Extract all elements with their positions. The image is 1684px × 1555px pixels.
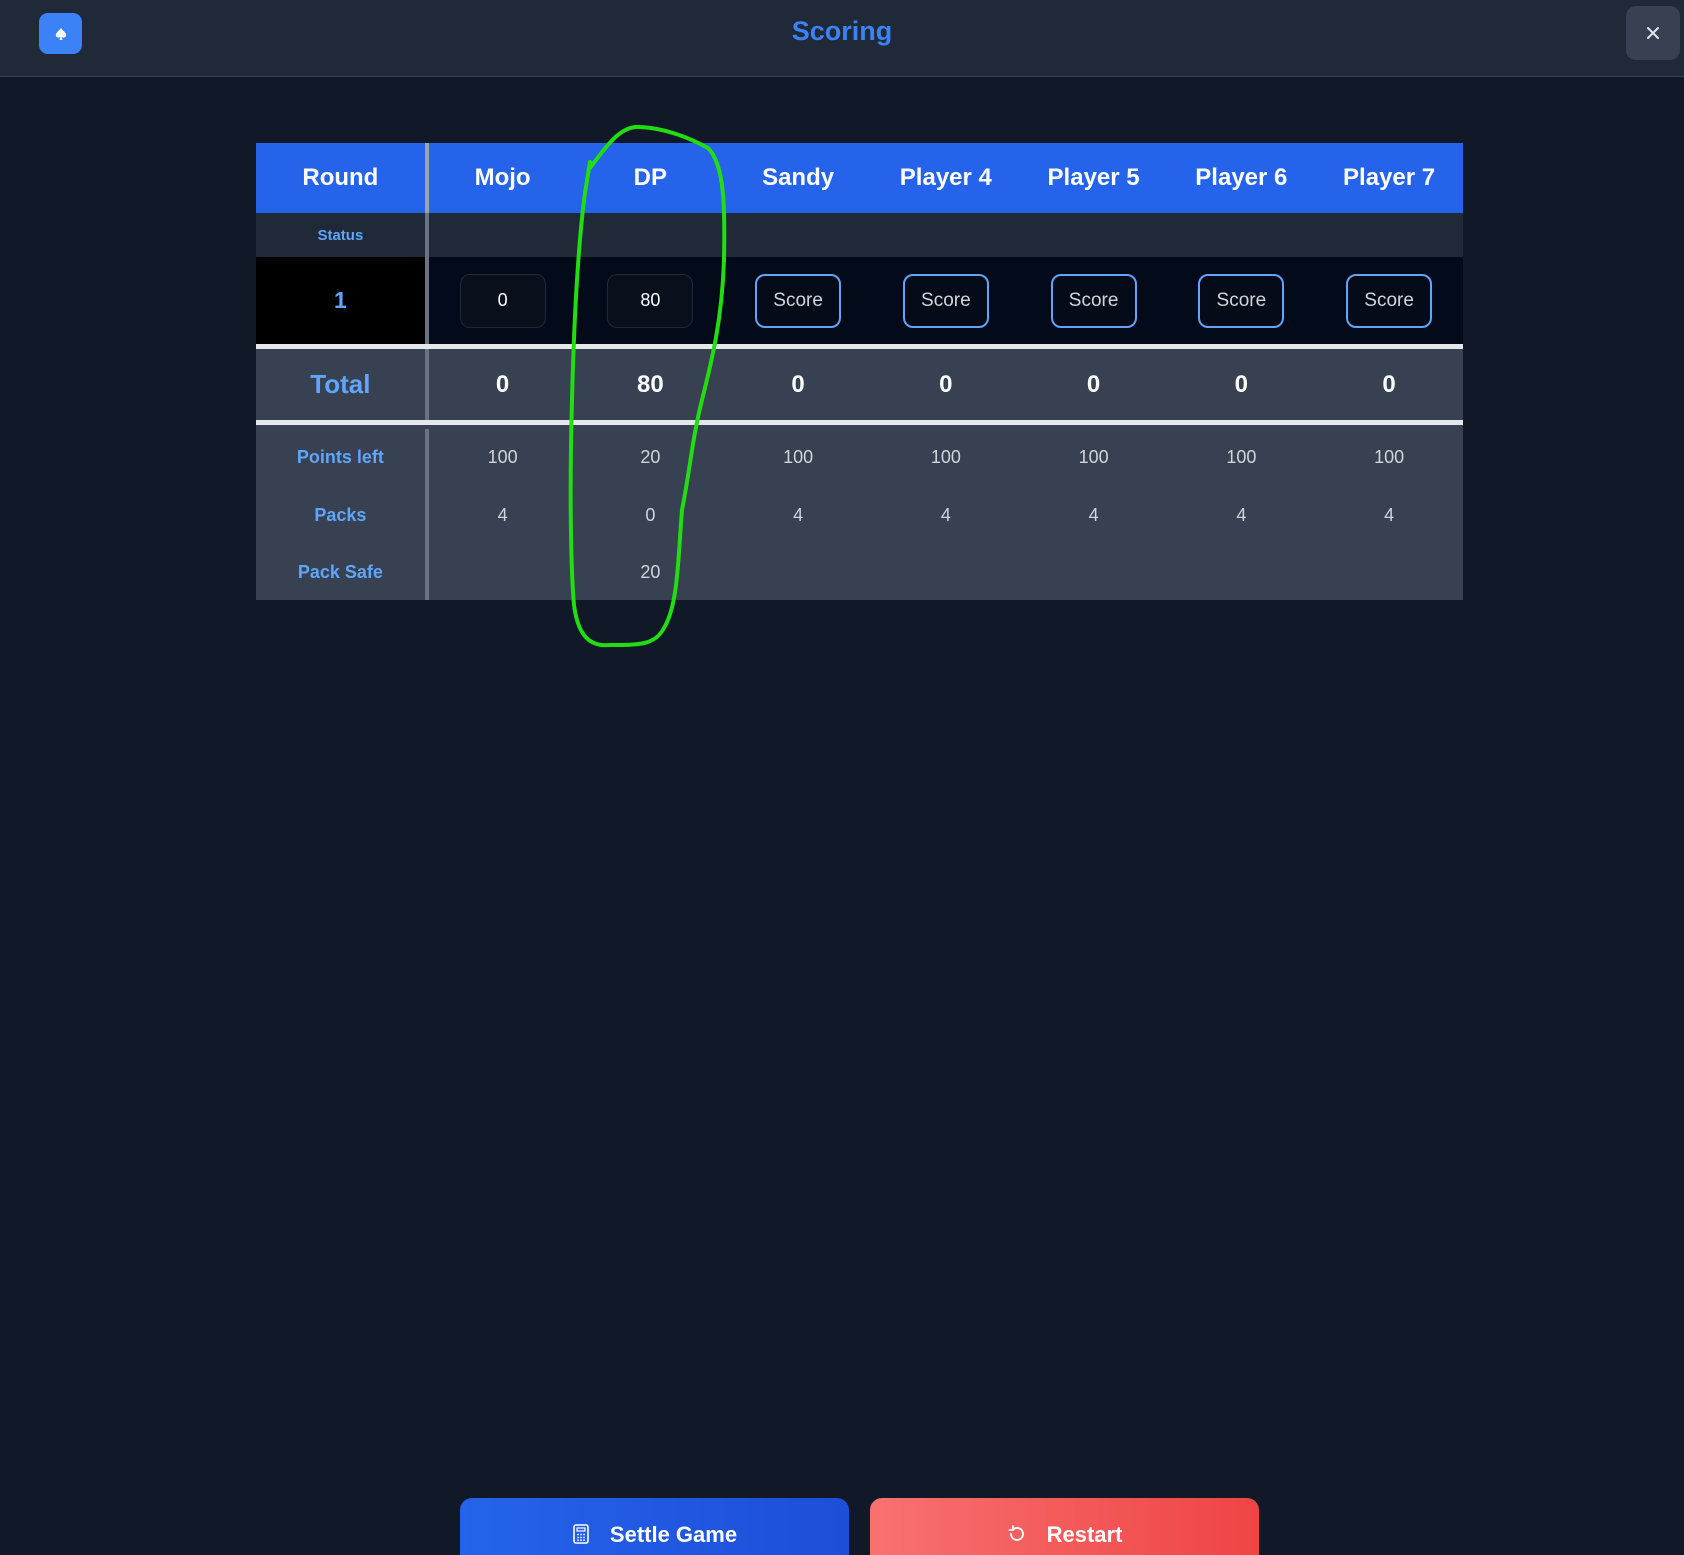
- pack-safe-player-5: [1020, 545, 1168, 600]
- points-left-label: Points left: [296, 446, 384, 467]
- points-left-player-6: 100: [1226, 446, 1257, 467]
- pack-safe-label: Pack Safe: [297, 562, 383, 582]
- restart-label: Restart: [1046, 1522, 1123, 1547]
- player-header-mojo: Mojo: [474, 164, 531, 191]
- restart-icon: [1008, 1525, 1024, 1541]
- points-left-player-5: 100: [1078, 446, 1109, 467]
- packs-mojo: 4: [497, 504, 508, 525]
- score-button-player-5[interactable]: Score: [1050, 273, 1137, 328]
- close-icon: [1647, 27, 1659, 39]
- total-sandy: 0: [791, 370, 805, 398]
- status-cell: [576, 213, 724, 257]
- status-cell: [1315, 213, 1463, 257]
- score-cell: Score: [724, 257, 872, 344]
- packs-player-6: 4: [1236, 504, 1247, 525]
- settle-game-label: Settle Game: [609, 1522, 738, 1547]
- status-cell: [724, 213, 872, 257]
- packs-player-5: 4: [1088, 504, 1099, 525]
- total-player-4: 0: [939, 370, 953, 398]
- score-cell: Score: [1020, 257, 1168, 344]
- points-left-sandy: 100: [783, 446, 814, 467]
- score-table: Round Mojo DP Sandy Player 4 Player 5 Pl…: [256, 143, 1463, 600]
- packs-player-7: 4: [1384, 504, 1395, 525]
- round-column-header: Round: [302, 164, 379, 191]
- packs-player-4: 4: [940, 504, 951, 525]
- score-button-player-6[interactable]: Score: [1198, 273, 1285, 328]
- status-row: Status: [256, 213, 1463, 257]
- score-input-mojo[interactable]: 0: [459, 273, 546, 328]
- packs-label: Packs: [314, 504, 367, 525]
- pack-safe-player-4: [872, 545, 1020, 600]
- player-header-player-5: Player 5: [1047, 164, 1140, 191]
- score-cell: 0: [429, 257, 577, 344]
- page-title: Scoring: [791, 16, 893, 46]
- top-bar: Scoring: [0, 0, 1684, 77]
- points-left-mojo: 100: [487, 446, 518, 467]
- score-cell: Score: [1315, 257, 1463, 344]
- total-row: Total 0 80 0 0 0 0 0: [256, 349, 1463, 420]
- settle-game-button[interactable]: Settle Game: [460, 1498, 849, 1555]
- player-header-player-6: Player 6: [1195, 164, 1288, 191]
- restart-button[interactable]: Restart: [870, 1498, 1259, 1555]
- pack-safe-mojo: [429, 545, 577, 600]
- pack-safe-sandy: [724, 545, 872, 600]
- total-player-6: 0: [1234, 370, 1249, 398]
- close-button[interactable]: [1626, 6, 1680, 60]
- player-header-sandy: Sandy: [762, 164, 835, 191]
- points-left-player-7: 100: [1374, 446, 1405, 467]
- player-header-player-4: Player 4: [899, 164, 992, 191]
- total-mojo: 0: [495, 370, 510, 398]
- pack-safe-dp: 20: [640, 562, 661, 582]
- total-player-7: 0: [1382, 370, 1396, 398]
- round-row: 1 0 80 Score Score Score Score Score: [256, 257, 1463, 344]
- status-cell: [1167, 213, 1315, 257]
- score-button-player-7[interactable]: Score: [1346, 273, 1433, 328]
- pack-safe-player-7: [1315, 545, 1463, 600]
- packs-row: Packs 4 0 4 4 4 4 4: [256, 485, 1463, 545]
- score-cell: Score: [872, 257, 1020, 344]
- status-cell: [872, 213, 1020, 257]
- calculator-icon: [573, 1524, 589, 1544]
- pack-safe-player-6: [1167, 545, 1315, 600]
- points-left-player-4: 100: [930, 446, 961, 467]
- score-button-sandy[interactable]: Score: [755, 273, 842, 328]
- player-header-player-7: Player 7: [1343, 164, 1436, 191]
- player-header-dp: DP: [633, 164, 668, 191]
- total-label: Total: [310, 369, 371, 399]
- score-cell: 80: [576, 257, 724, 344]
- status-cell: [1020, 213, 1168, 257]
- status-label: Status: [317, 226, 364, 244]
- round-number: 1: [256, 257, 425, 344]
- score-input-dp[interactable]: 80: [607, 273, 694, 328]
- pack-safe-row: Pack Safe 20: [256, 545, 1463, 600]
- total-dp: 80: [636, 370, 664, 398]
- points-left-dp: 20: [640, 446, 661, 467]
- total-player-5: 0: [1086, 370, 1101, 398]
- packs-dp: 0: [645, 504, 656, 525]
- score-cell: Score: [1167, 257, 1315, 344]
- status-cell: [429, 213, 577, 257]
- score-button-player-4[interactable]: Score: [902, 273, 989, 328]
- points-left-row: Points left 100 20 100 100 100 100 100: [256, 425, 1463, 485]
- table-header-row: Round Mojo DP Sandy Player 4 Player 5 Pl…: [256, 143, 1463, 213]
- packs-sandy: 4: [793, 504, 804, 525]
